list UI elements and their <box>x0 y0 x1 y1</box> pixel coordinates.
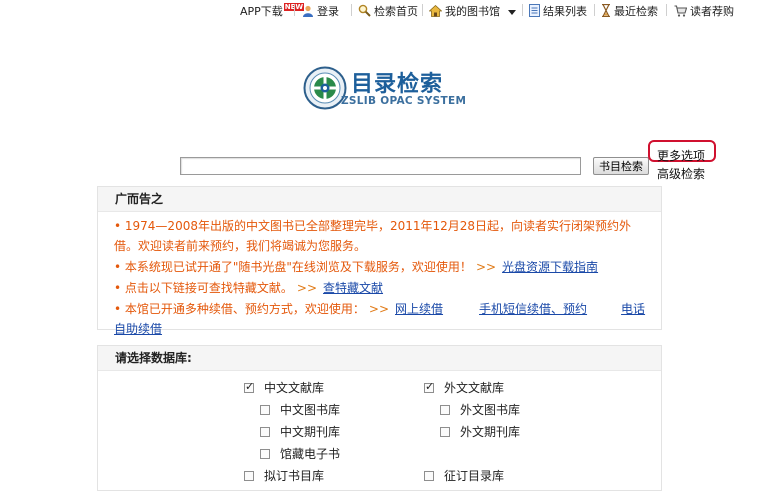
disc-guide-link[interactable]: 光盘资源下载指南 <box>502 260 598 274</box>
search-input[interactable] <box>180 157 581 175</box>
db-option-solicit[interactable]: 征订目录库 <box>424 467 504 484</box>
db-option-foreign-books[interactable]: 外文图书库 <box>440 401 520 418</box>
document-list-icon <box>529 4 540 20</box>
db-label: 外文期刊库 <box>460 425 521 439</box>
checkbox[interactable] <box>244 470 254 481</box>
search-home-link[interactable]: 检索首页 <box>358 3 418 20</box>
result-list-label: 结果列表 <box>543 5 587 18</box>
checkbox[interactable] <box>440 404 450 415</box>
checkbox[interactable] <box>424 380 434 393</box>
result-list-link[interactable]: 结果列表 <box>529 3 587 20</box>
reader-recommend-label: 读者荐购 <box>690 5 734 18</box>
checkbox[interactable] <box>424 470 434 481</box>
announcement-text: • 本馆已开通多种续借、预约方式，欢迎使用： <box>114 302 365 316</box>
advanced-search-link[interactable]: 高级检索 <box>657 165 705 182</box>
search-home-label: 检索首页 <box>374 5 418 18</box>
sms-renew-link[interactable]: 手机短信续借、预约 <box>479 302 587 316</box>
db-label: 外文文献库 <box>444 381 505 395</box>
more-options-highlight[interactable]: 更多选项 <box>648 140 716 164</box>
nav-divider <box>351 4 352 16</box>
db-option-foreign[interactable]: 外文文献库 <box>424 379 504 396</box>
db-option-foreign-journals[interactable]: 外文期刊库 <box>440 423 520 440</box>
announcement-text: • 本系统现已试开通了"随书光盘"在线浏览及下载服务，欢迎使用！ <box>114 260 472 274</box>
nav-divider <box>422 4 423 16</box>
hourglass-icon <box>601 3 611 20</box>
more-options-link[interactable]: 更多选项 <box>657 147 705 164</box>
checkbox[interactable] <box>260 426 270 437</box>
announcement-item: • 本系统现已试开通了"随书光盘"在线浏览及下载服务，欢迎使用！ >> 光盘资源下载… <box>114 257 647 277</box>
magnifier-icon <box>358 4 371 20</box>
logo: 目录检索 ZSLIB OPAC SYSTEM <box>303 66 473 110</box>
db-label: 中文期刊库 <box>280 425 341 439</box>
login-link[interactable]: 登录 <box>302 3 339 20</box>
db-label: 拟订书目库 <box>264 469 325 483</box>
online-renew-link[interactable]: 网上续借 <box>395 302 443 316</box>
top-nav: APP下载NEW 登录 检索首页 我的图书馆 结果列表 最近检索 读者荐购 <box>0 0 760 20</box>
checkbox[interactable] <box>260 448 270 459</box>
special-collection-link[interactable]: 查特藏文献 <box>323 281 383 295</box>
db-option-chinese[interactable]: 中文文献库 <box>244 379 324 396</box>
announcement-item: • 点击以下链接可查找特藏文献。 >> 查特藏文献 <box>114 278 647 298</box>
db-option-ebooks[interactable]: 馆藏电子书 <box>260 445 340 462</box>
user-icon <box>302 5 314 20</box>
db-option-chinese-journals[interactable]: 中文期刊库 <box>260 423 340 440</box>
db-label: 征订目录库 <box>444 469 505 483</box>
announcement-item: • 1974—2008年出版的中文图书已全部整理完毕，2011年12月28日起，… <box>114 216 647 256</box>
db-label: 外文图书库 <box>460 403 521 417</box>
login-label: 登录 <box>317 5 339 18</box>
db-label: 中文文献库 <box>264 381 325 395</box>
arrow-icon: >> <box>475 260 497 274</box>
database-title: 请选择数据库: <box>98 346 661 371</box>
cart-icon <box>674 4 688 20</box>
recent-search-label: 最近检索 <box>614 5 658 18</box>
announcement-panel: 广而告之 • 1974—2008年出版的中文图书已全部整理完毕，2011年12月… <box>97 186 662 336</box>
arrow-icon: >> <box>368 302 390 316</box>
checkbox[interactable] <box>440 426 450 437</box>
logo-subtitle: ZSLIB OPAC SYSTEM <box>341 95 467 107</box>
announcement-text: • 1974—2008年出版的中文图书已全部整理完毕，2011年12月28日起，… <box>114 219 632 253</box>
reader-recommend-link[interactable]: 读者荐购 <box>674 3 734 20</box>
db-option-chinese-books[interactable]: 中文图书库 <box>260 401 340 418</box>
database-panel: 请选择数据库: 中文文献库 中文图书库 中文期刊库 馆藏电子书 拟订书目库 外文… <box>97 345 662 491</box>
db-label: 馆藏电子书 <box>280 447 341 461</box>
chevron-down-icon[interactable] <box>508 9 516 15</box>
logo-title: 目录检索 <box>351 72 444 97</box>
recent-search-link[interactable]: 最近检索 <box>601 3 658 20</box>
db-label: 中文图书库 <box>280 403 341 417</box>
announcement-item: • 本馆已开通多种续借、预约方式，欢迎使用： >> 网上续借 手机短信续借、预约 电话自… <box>114 299 647 339</box>
home-icon <box>428 4 443 20</box>
nav-divider <box>294 4 295 16</box>
db-option-to-order[interactable]: 拟订书目库 <box>244 467 324 484</box>
nav-divider <box>666 4 667 16</box>
catalog-search-button[interactable]: 书目检索 <box>593 157 649 175</box>
checkbox[interactable] <box>260 404 270 415</box>
nav-divider <box>522 4 523 16</box>
my-library-label: 我的图书馆 <box>445 5 500 18</box>
arrow-icon: >> <box>296 281 318 295</box>
nav-divider <box>594 4 595 16</box>
announcement-title: 广而告之 <box>98 187 661 212</box>
app-download-label: APP下载 <box>240 5 283 18</box>
my-library-link[interactable]: 我的图书馆 <box>428 3 516 20</box>
announcement-text: • 点击以下链接可查找特藏文献。 <box>114 281 293 295</box>
checkbox[interactable] <box>244 380 254 393</box>
announcement-body: • 1974—2008年出版的中文图书已全部整理完毕，2011年12月28日起，… <box>98 212 661 339</box>
